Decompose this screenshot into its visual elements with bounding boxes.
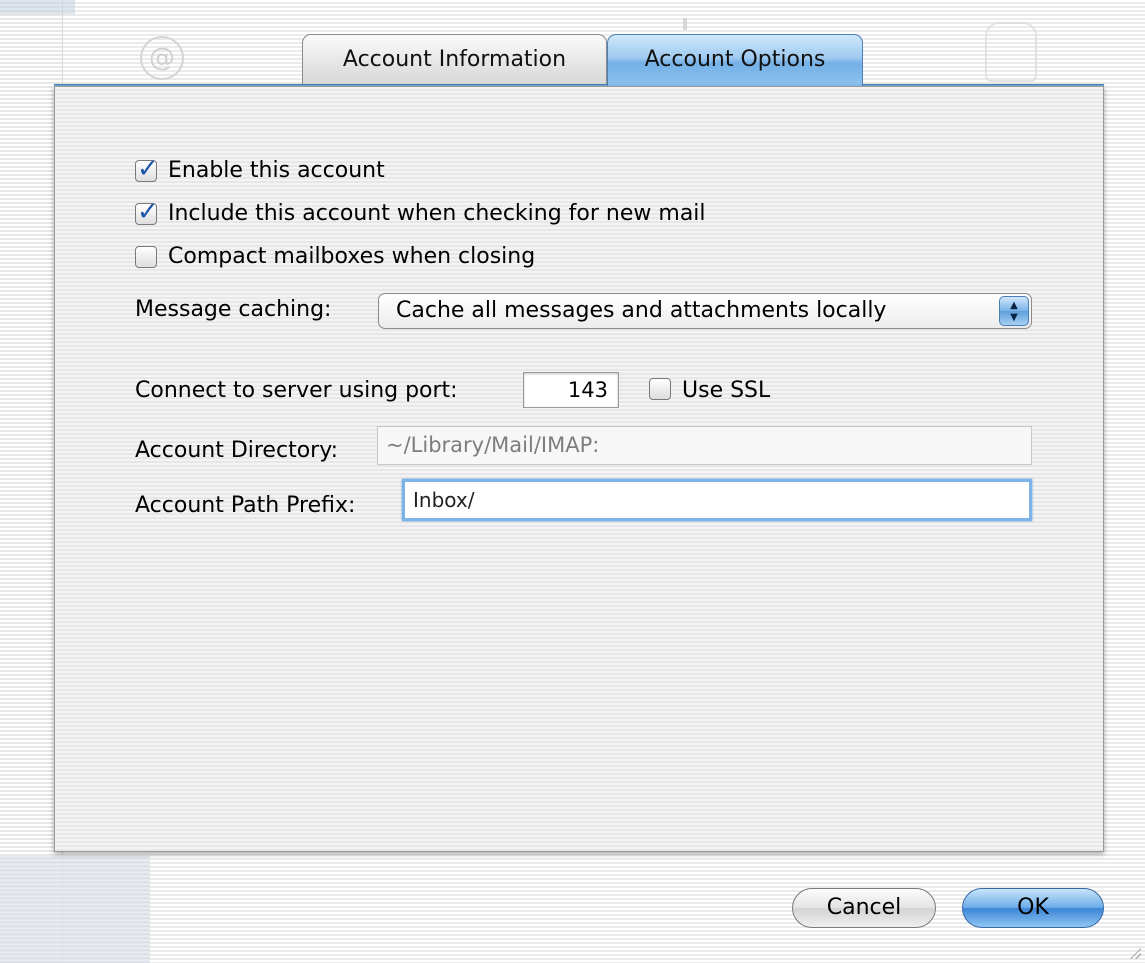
- account-path-prefix-label: Account Path Prefix:: [135, 493, 356, 518]
- background-window-titlebar: [0, 0, 75, 14]
- message-caching-label: Message caching:: [135, 297, 332, 322]
- include-checking-label: Include this account when checking for n…: [168, 201, 706, 226]
- tab-account-information[interactable]: Account Information: [302, 34, 607, 86]
- port-field[interactable]: 143: [523, 372, 619, 408]
- checkmark-icon: ✓: [137, 197, 159, 227]
- background-hand-icon: [985, 22, 1037, 82]
- message-caching-popup[interactable]: Cache all messages and attachments local…: [378, 293, 1032, 329]
- checkmark-icon: ✓: [137, 154, 159, 184]
- message-caching-value: Cache all messages and attachments local…: [396, 298, 887, 323]
- account-directory-field: ~/Library/Mail/IMAP:: [377, 426, 1032, 465]
- compact-mailboxes-checkbox[interactable]: [135, 246, 157, 268]
- enable-account-checkbox[interactable]: ✓: [135, 154, 159, 184]
- account-path-prefix-field[interactable]: Inbox/: [402, 479, 1032, 521]
- use-ssl-label: Use SSL: [682, 378, 771, 403]
- account-directory-label: Account Directory:: [135, 438, 339, 463]
- cancel-button[interactable]: Cancel: [792, 888, 936, 928]
- ok-button[interactable]: OK: [962, 888, 1104, 928]
- enable-account-label: Enable this account: [168, 158, 385, 183]
- background-mark: [683, 18, 687, 30]
- resize-grip-icon[interactable]: [1127, 945, 1141, 959]
- tab-account-options[interactable]: Account Options: [607, 34, 863, 86]
- include-checking-checkbox[interactable]: ✓: [135, 197, 159, 227]
- background-window-panel: [0, 855, 150, 963]
- port-label: Connect to server using port:: [135, 378, 458, 403]
- compact-mailboxes-label: Compact mailboxes when closing: [168, 244, 536, 269]
- background-at-icon: @: [140, 36, 184, 80]
- use-ssl-checkbox[interactable]: [649, 378, 671, 400]
- popup-arrows-icon: ▲ ▼: [999, 296, 1029, 326]
